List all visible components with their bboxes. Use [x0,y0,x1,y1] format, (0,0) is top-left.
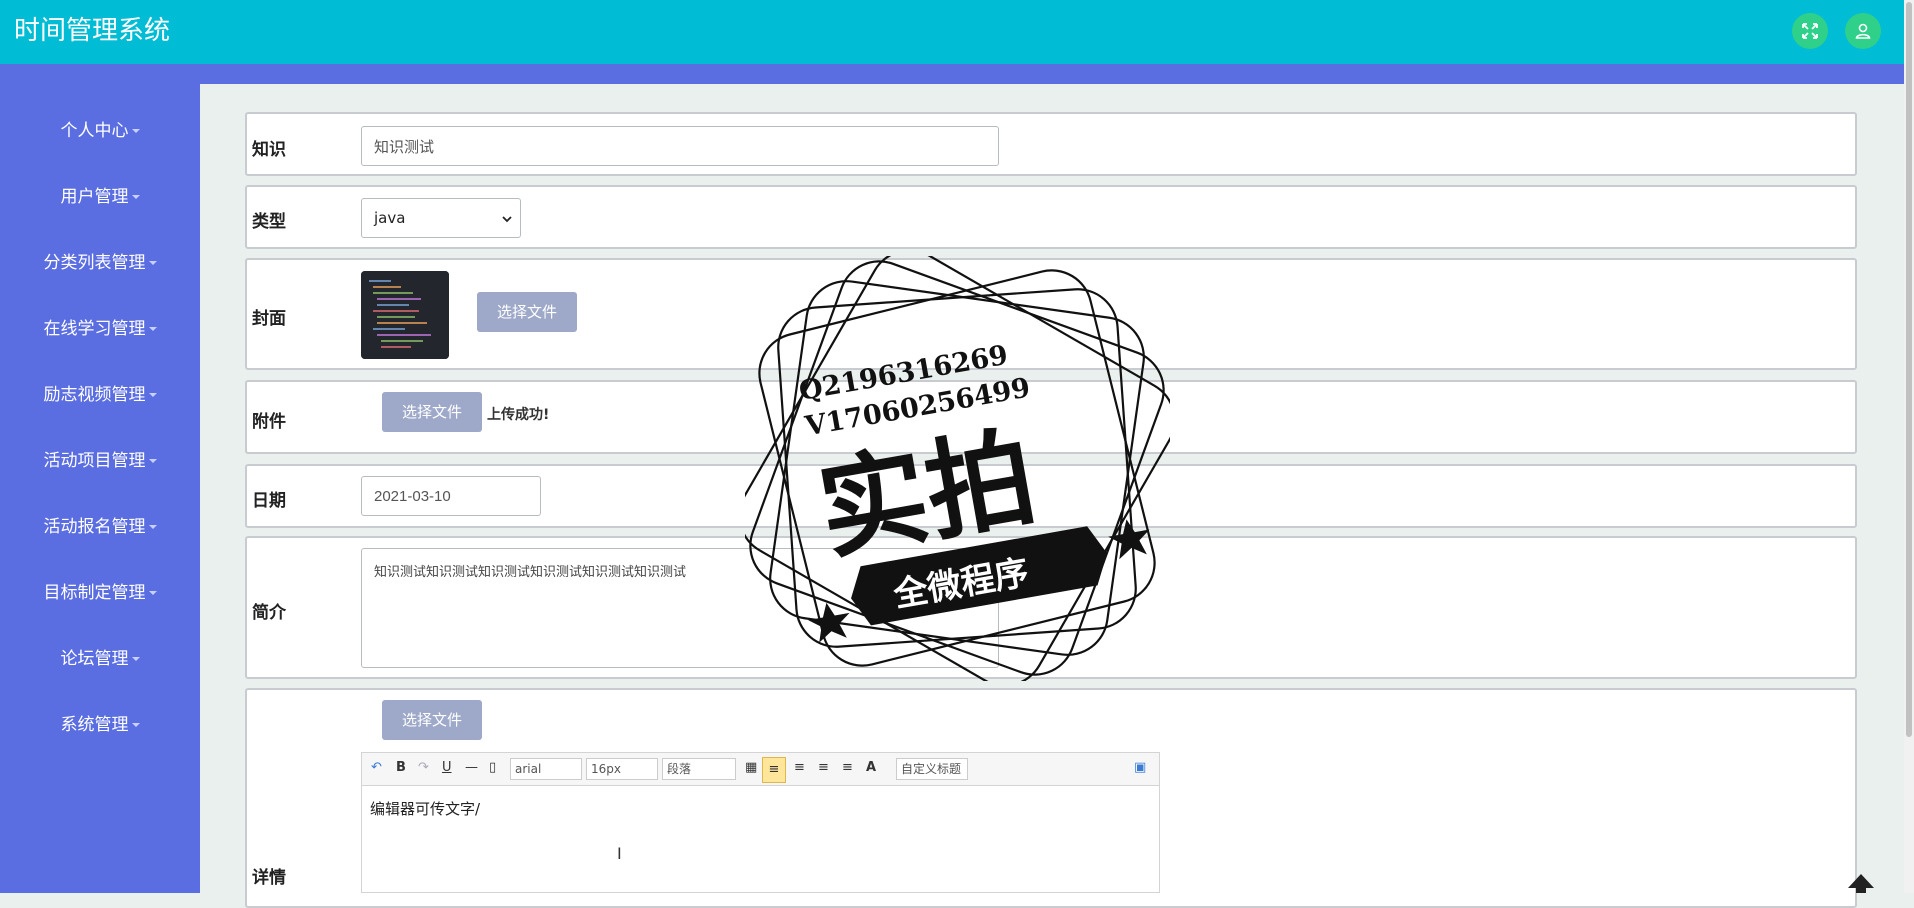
cover-label: 封面 [252,309,286,329]
expand-icon [1802,23,1818,39]
upload-status: 上传成功! [487,407,550,423]
chevron-down-icon [148,459,157,463]
bold-icon[interactable]: B [396,760,406,775]
text-cursor-icon: I [617,844,622,863]
underline-icon[interactable]: U [442,760,452,775]
sidebar-item-motivational-video[interactable]: 励志视频管理 [0,383,200,407]
knowledge-input[interactable] [361,126,999,166]
sidebar-item-online-learning[interactable]: 在线学习管理 [0,317,200,341]
chevron-down-icon [131,195,140,199]
sidebar-item-category-management[interactable]: 分类列表管理 [0,251,200,275]
form-row-type: 类型 java [245,185,1857,249]
details-choose-file-button[interactable]: 选择文件 [382,700,482,740]
sidebar-item-system[interactable]: 系统管理 [0,713,200,737]
date-input[interactable] [361,476,541,516]
cover-thumbnail [361,271,449,359]
sidebar-item-forum[interactable]: 论坛管理 [0,647,200,671]
top-bar: 时间管理系统 [0,0,1904,64]
sidebar-item-user-management[interactable]: 用户管理 [0,185,200,209]
sidebar-item-activity-project[interactable]: 活动项目管理 [0,449,200,473]
chevron-down-icon [502,216,512,223]
chevron-down-icon [131,129,140,133]
app-title: 时间管理系统 [14,16,171,46]
scrollbar-thumb[interactable] [1906,2,1912,737]
editor-content[interactable]: 编辑器可传文字/ I [361,786,1160,893]
watermark-stamp: Q2196316269 V17060256499 实拍 全微程序 [738,249,1176,687]
align-center-icon[interactable]: ≡ [818,760,829,775]
horizontal-rule-icon[interactable]: — [465,760,478,775]
font-color-icon[interactable]: A [866,760,876,775]
attachment-label: 附件 [252,412,286,432]
user-icon [1855,23,1871,39]
form-row-knowledge: 知识 [245,112,1857,176]
undo-icon[interactable]: ↶ [371,760,382,775]
sidebar-item-goal-setting[interactable]: 目标制定管理 [0,581,200,605]
font-family-select[interactable]: arial [510,758,582,780]
sidebar-item-activity-signup[interactable]: 活动报名管理 [0,515,200,539]
editor-text: 编辑器可传文字/ [370,800,481,818]
chevron-down-icon [148,393,157,397]
page-icon[interactable]: ▯ [489,760,496,775]
table-icon[interactable]: ▦ [745,760,757,775]
align-justify-icon[interactable]: ≡ [842,760,853,775]
editor-toolbar: ↶ B ↷ U — ▯ arial 16px 段落 ▦ ≡ ≡ ≡ ≡ A 自定… [361,752,1160,786]
knowledge-label: 知识 [252,140,286,160]
fullscreen-icon[interactable]: ▣ [1134,760,1146,775]
font-size-select[interactable]: 16px [586,758,658,780]
chevron-down-icon [148,327,157,331]
cover-choose-file-button[interactable]: 选择文件 [477,292,577,332]
attachment-choose-file-button[interactable]: 选择文件 [382,392,482,432]
fullscreen-button[interactable] [1792,13,1828,49]
arrow-up-icon [1848,874,1874,893]
custom-title-select[interactable]: 自定义标题 [896,758,968,780]
chevron-down-icon [148,525,157,529]
align-left-icon[interactable]: ≡ [762,757,786,783]
chevron-down-icon [148,261,157,265]
type-select[interactable]: java [361,198,521,238]
details-label: 详情 [252,868,286,888]
chevron-down-icon [148,591,157,595]
chevron-down-icon [131,723,140,727]
back-to-top-button[interactable] [1846,872,1876,893]
user-button[interactable] [1845,13,1881,49]
type-label: 类型 [252,212,286,232]
scrollbar[interactable] [1904,0,1914,893]
redo-icon[interactable]: ↷ [418,760,429,775]
date-label: 日期 [252,491,286,511]
align-right-icon[interactable]: ≡ [794,760,805,775]
code-image-icon [361,271,449,359]
intro-label: 简介 [252,603,286,623]
header-strip [0,64,1904,84]
sidebar: 个人中心 用户管理 分类列表管理 在线学习管理 励志视频管理 活动项目管理 活动… [0,64,200,893]
paragraph-select[interactable]: 段落 [662,758,736,780]
chevron-down-icon [131,657,140,661]
sidebar-item-personal-center[interactable]: 个人中心 [0,119,200,143]
